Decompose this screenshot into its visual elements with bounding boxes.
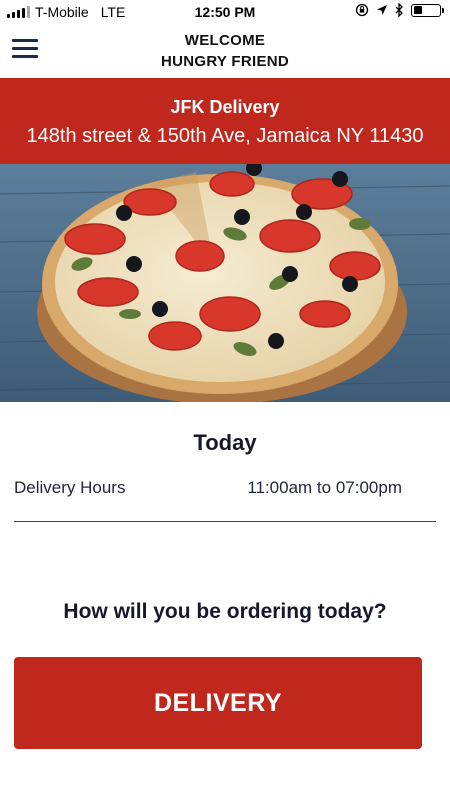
bluetooth-icon [395, 3, 403, 17]
delivery-hours-label: Delivery Hours [14, 478, 126, 497]
divider [14, 521, 436, 522]
delivery-button[interactable]: DELIVERY [14, 657, 422, 749]
battery-level [413, 6, 422, 14]
location-arrow-icon [377, 5, 387, 15]
status-bar-left: T-Mobile LTE [7, 4, 125, 20]
status-bar-right [355, 3, 444, 17]
location-banner: JFK Delivery 148th street & 150th Ave, J… [0, 78, 450, 164]
carrier-name: T-Mobile [35, 4, 89, 20]
signal-bars-icon [7, 6, 30, 18]
battery-icon [411, 3, 444, 17]
orientation-lock-icon [355, 3, 369, 17]
network-type: LTE [100, 4, 126, 20]
today-heading: Today [193, 430, 257, 455]
ordering-question: How will you be ordering today? [63, 600, 387, 623]
app-header: WELCOME HUNGRY FRIEND [0, 24, 450, 78]
hero-pizza-image [0, 164, 450, 402]
title-line-2: HUNGRY FRIEND [160, 53, 290, 70]
page-title: WELCOME HUNGRY FRIEND [0, 30, 450, 72]
status-bar: T-Mobile LTE 12:50 PM [0, 0, 450, 24]
location-name: JFK Delivery [170, 97, 280, 117]
location-address: 148th street & 150th Ave, Jamaica NY 114… [26, 125, 424, 147]
delivery-hours-value: 11:00am to 07:00pm [247, 478, 402, 497]
title-line-1: WELCOME [184, 32, 266, 49]
